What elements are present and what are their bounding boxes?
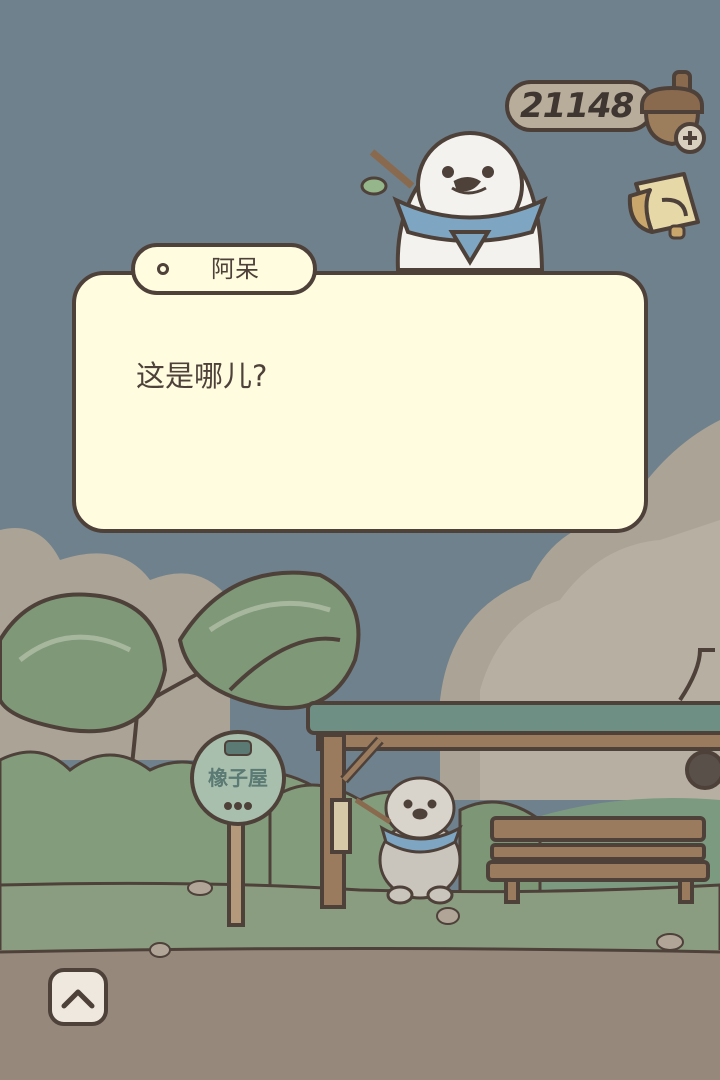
dirt-ground bbox=[0, 950, 720, 1080]
bus-stop-sign-label: 橡子屋 bbox=[208, 766, 268, 790]
chevron-up-icon bbox=[61, 989, 95, 1009]
bag-icon[interactable] bbox=[622, 166, 708, 246]
dialog-box[interactable] bbox=[72, 271, 648, 533]
game-scene bbox=[0, 0, 720, 1080]
dialog-text: 这是哪儿? bbox=[136, 359, 268, 393]
name-tag-dot bbox=[157, 263, 169, 275]
currency-amount: 21148 bbox=[520, 86, 634, 126]
expand-up-button[interactable] bbox=[48, 968, 108, 1026]
speaker-name: 阿呆 bbox=[211, 255, 259, 283]
grass-strip bbox=[0, 881, 720, 957]
acorn-icon[interactable] bbox=[628, 66, 710, 156]
